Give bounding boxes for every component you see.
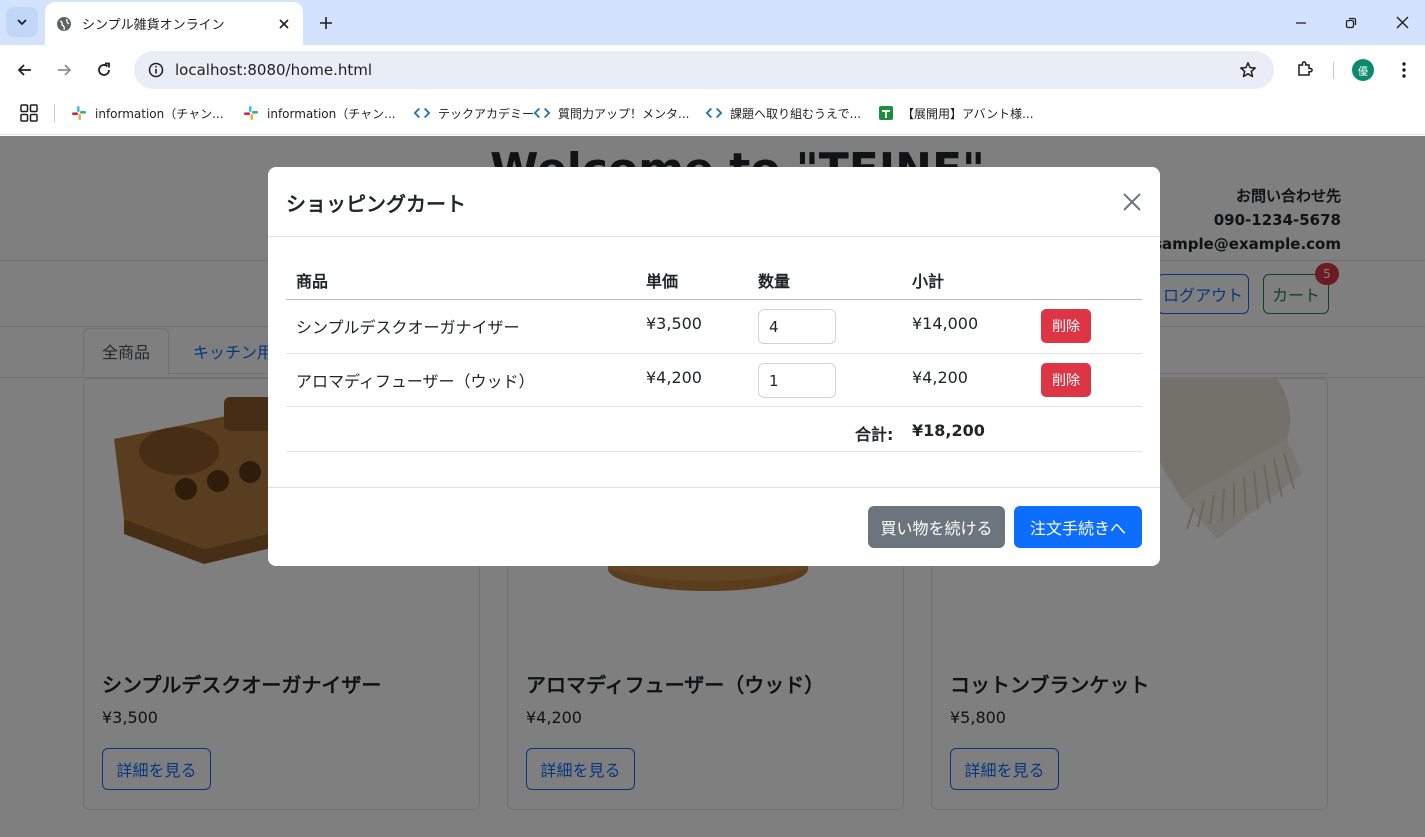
bookmark-assignment[interactable]: 課題へ取り組むうえで...: [706, 102, 861, 124]
bookmark-label: 課題へ取り組むうえで...: [730, 106, 862, 121]
header-divider: [286, 299, 1142, 300]
forward-button[interactable]: [49, 55, 79, 85]
arrow-right-icon: [58, 64, 72, 76]
minimize-button[interactable]: [1276, 0, 1326, 45]
bookmark-label: information（チャン...: [267, 106, 396, 121]
slack-icon: [71, 105, 87, 121]
apps-grid-icon[interactable]: [20, 104, 38, 122]
quantity-input[interactable]: [758, 309, 836, 344]
plus-icon: [320, 17, 332, 29]
bookmark-star-icon[interactable]: [1238, 60, 1258, 80]
reload-icon: [98, 62, 110, 76]
quantity-input[interactable]: [758, 363, 836, 398]
cart-item-unit-price: ¥4,200: [646, 368, 702, 387]
slack-icon: [243, 105, 259, 121]
total-value: ¥18,200: [912, 421, 985, 440]
modal-header: ショッピングカート: [268, 167, 1160, 237]
close-icon: [1123, 193, 1141, 211]
header-unit-price: 単価: [646, 272, 679, 291]
modal-title: ショッピングカート: [286, 192, 466, 216]
code-brackets-icon: [414, 105, 430, 121]
code-brackets-icon: [534, 105, 550, 121]
bookmark-slack-1[interactable]: information（チャン...: [71, 102, 224, 124]
reload-button[interactable]: [89, 55, 119, 85]
tab-title: シンプル雑貨オンライン: [82, 18, 225, 33]
total-divider: [286, 451, 1142, 452]
kebab-menu-icon: [1402, 62, 1406, 78]
bookmark-label: 質問力アップ！メンタ...: [558, 106, 690, 121]
cart-modal: ショッピングカート 商品 単価 数量 小計 シンプルデスクオーガナイザー ¥3,…: [268, 167, 1160, 566]
row-divider: [286, 406, 1142, 407]
row-divider: [286, 353, 1142, 354]
browser-tab[interactable]: シンプル雑貨オンライン: [45, 2, 303, 45]
delete-button[interactable]: 削除: [1041, 363, 1091, 397]
address-bar[interactable]: localhost:8080/home.html: [134, 51, 1274, 89]
bookmark-slack-2[interactable]: information（チャン...: [243, 102, 396, 124]
cart-item-unit-price: ¥3,500: [646, 314, 702, 333]
bookmark-sheets[interactable]: 【展開用】アバント様...: [878, 102, 1034, 124]
url-text: localhost:8080/home.html: [175, 61, 373, 79]
cart-item-name: シンプルデスクオーガナイザー: [296, 318, 520, 337]
chevron-down-icon: [17, 19, 27, 26]
tab-search-button[interactable]: [6, 7, 38, 37]
arrow-left-icon: [17, 64, 31, 76]
header-subtotal: 小計: [912, 272, 945, 291]
bookmark-techacademy[interactable]: テックアカデミー: [414, 102, 534, 124]
total-label: 合計:: [855, 425, 894, 444]
toolbar-divider: [1333, 62, 1334, 79]
bookmark-question[interactable]: 質問力アップ！メンタ...: [534, 102, 689, 124]
sheets-icon: [878, 105, 894, 121]
restore-button[interactable]: [1326, 0, 1376, 45]
close-window-button[interactable]: [1377, 0, 1425, 45]
bookmark-label: 【展開用】アバント様...: [902, 106, 1034, 121]
header-item: 商品: [296, 272, 329, 291]
cart-item-name: アロマディフューザー（ウッド）: [296, 372, 535, 391]
continue-shopping-button[interactable]: 買い物を続ける: [868, 506, 1005, 548]
bookmark-label: テックアカデミー: [438, 106, 535, 121]
globe-icon: [57, 16, 71, 31]
puzzle-icon: [1298, 61, 1313, 76]
header-quantity: 数量: [758, 272, 791, 291]
browser-tabstrip: シンプル雑貨オンライン: [0, 0, 1425, 45]
browser-toolbar: localhost:8080/home.html 優: [0, 45, 1425, 95]
code-brackets-icon: [706, 105, 722, 121]
close-tab-icon[interactable]: [275, 15, 293, 33]
bookmarks-bar: information（チャン... information（チャン... テッ…: [0, 95, 1425, 135]
cart-item-subtotal: ¥4,200: [912, 368, 968, 387]
checkout-button[interactable]: 注文手続きへ: [1014, 506, 1142, 548]
close-icon: [1396, 16, 1408, 29]
bookmarks-divider: [54, 104, 55, 122]
delete-button[interactable]: 削除: [1041, 309, 1091, 343]
profile-avatar[interactable]: 優: [1352, 59, 1374, 81]
extensions-button[interactable]: [1291, 55, 1319, 83]
modal-close-button[interactable]: [1120, 190, 1144, 214]
cart-item-subtotal: ¥14,000: [912, 314, 979, 333]
back-button[interactable]: [10, 55, 40, 85]
restore-icon: [1345, 17, 1357, 28]
bookmark-label: information（チャン...: [95, 106, 224, 121]
browser-menu-button[interactable]: [1392, 57, 1416, 83]
site-info-icon[interactable]: [146, 60, 166, 80]
minimize-icon: [1296, 21, 1306, 24]
modal-footer: 買い物を続ける 注文手続きへ: [268, 487, 1160, 566]
new-tab-button[interactable]: [312, 9, 340, 37]
